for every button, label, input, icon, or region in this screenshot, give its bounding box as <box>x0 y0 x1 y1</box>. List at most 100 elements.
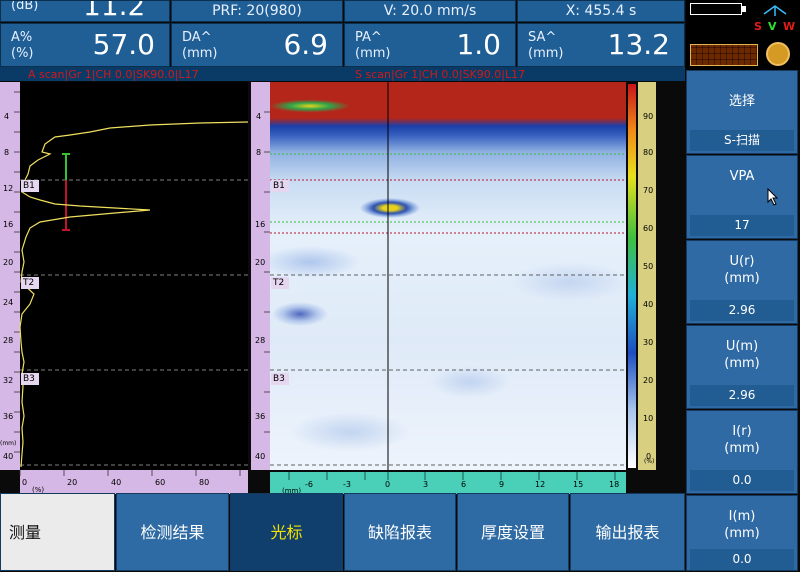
s-depth-tick: 20 <box>255 258 266 267</box>
amp-tick: 0 <box>22 478 28 487</box>
depth-a-value: 6.9 <box>283 28 328 61</box>
amplitude-value: 57.0 <box>92 28 155 61</box>
tab-results-label: 检测结果 <box>140 523 205 542</box>
projection-a-value: 1.0 <box>456 28 501 61</box>
gate-label-b3[interactable]: B3 <box>21 373 39 385</box>
u-meas-value: 2.96 <box>690 385 794 406</box>
color-scale-bar <box>628 84 636 468</box>
velocity-readout: V: 20.0 mm/s <box>383 3 477 19</box>
amp-tick: 40 <box>111 478 122 487</box>
i-ref-label: I(r) (mm) <box>724 424 760 456</box>
tab-output-report-label: 输出报表 <box>595 523 660 542</box>
tab-cursor[interactable]: 光标 <box>230 493 343 571</box>
s-depth-tick: 40 <box>255 452 266 461</box>
status-s: S <box>754 20 762 33</box>
a-depth-tick: 20 <box>3 258 14 267</box>
scan-tick: -3 <box>343 480 351 489</box>
color-tick: 60 <box>643 224 654 233</box>
s-scan-title: S scan|Gr 1|CH 0.0|SK90.0|L17 <box>355 68 526 81</box>
x-cell: X: 455.4 s <box>517 0 685 22</box>
s-gate-label-b1[interactable]: B1 <box>271 180 289 192</box>
u-meas-button[interactable]: U(m) (mm) 2.96 <box>686 325 798 409</box>
select-value: S-扫描 <box>690 130 794 151</box>
a-depth-tick: 12 <box>3 184 14 193</box>
s-depth-tick: 8 <box>256 148 262 157</box>
scan-tick: -6 <box>305 480 313 489</box>
i-ref-value: 0.0 <box>690 470 794 491</box>
s-gate-label-b3[interactable]: B3 <box>271 373 289 385</box>
a-depth-tick: 28 <box>3 336 14 345</box>
mouse-pointer-icon <box>767 188 779 206</box>
a-depth-tick: 40 <box>3 452 14 461</box>
scan-tick: 6 <box>461 480 467 489</box>
color-tick: 30 <box>643 338 654 347</box>
sound-path-a-unit: (mm) <box>528 46 564 61</box>
color-tick: 70 <box>643 186 654 195</box>
battery-icon <box>690 3 742 15</box>
sound-path-a-cell[interactable]: SA^ (mm) 13.2 <box>517 23 685 67</box>
amplitude-label: A% <box>11 30 33 45</box>
a-depth-tick: 24 <box>3 298 14 307</box>
color-tick: 10 <box>643 414 654 423</box>
gate-label-t2[interactable]: T2 <box>21 277 39 289</box>
projection-a-label: PA^ <box>355 30 382 45</box>
depth-a-label: DA^ <box>182 30 212 45</box>
tab-output-report[interactable]: 输出报表 <box>570 493 685 571</box>
color-tick: 20 <box>643 376 654 385</box>
vpa-value: 17 <box>690 215 794 236</box>
tab-measure[interactable]: 测量 <box>0 493 115 571</box>
vpa-button[interactable]: VPA 17 <box>686 155 798 239</box>
vpa-label: VPA <box>729 169 755 184</box>
tab-thickness-settings[interactable]: 厚度设置 <box>457 493 569 571</box>
prf-cell: PRF: 20(980) <box>171 0 343 22</box>
clock-icon <box>766 42 790 66</box>
u-ref-label: U(r) (mm) <box>724 254 760 286</box>
tab-defect-report-label: 缺陷报表 <box>367 523 432 542</box>
amplitude-cell[interactable]: A% (%) 57.0 <box>0 23 170 67</box>
amp-tick: 20 <box>67 478 78 487</box>
a-depth-tick: 16 <box>3 220 14 229</box>
color-tick: 40 <box>643 300 654 309</box>
scan-tick: 18 <box>609 480 620 489</box>
gain-label: (dB) <box>11 0 39 13</box>
tab-results[interactable]: 检测结果 <box>116 493 229 571</box>
s-scan-overlay <box>264 82 626 494</box>
gain-value: 11.2 <box>83 0 146 22</box>
prf-readout: PRF: 20(980) <box>212 3 302 19</box>
status-w: W <box>783 20 796 33</box>
velocity-cell: V: 20.0 mm/s <box>344 0 516 22</box>
status-v: V <box>768 20 777 33</box>
projection-a-cell[interactable]: PA^ (mm) 1.0 <box>344 23 516 67</box>
sound-path-a-value: 13.2 <box>607 28 670 61</box>
gate-label-b1[interactable]: B1 <box>21 180 39 192</box>
tab-defect-report[interactable]: 缺陷报表 <box>344 493 456 571</box>
u-ref-button[interactable]: U(r) (mm) 2.96 <box>686 240 798 324</box>
i-meas-button[interactable]: I(m) (mm) 0.0 <box>686 495 798 571</box>
select-button[interactable]: 选择 S-扫描 <box>686 70 798 154</box>
depth-a-unit: (mm) <box>182 46 218 61</box>
scan-tick: 3 <box>423 480 429 489</box>
a-scan-title: A scan|Gr 1|CH 0.0|SK90.0|L17 <box>28 68 199 81</box>
u-ref-value: 2.96 <box>690 300 794 321</box>
select-label: 选择 <box>728 94 755 109</box>
amplitude-unit: (%) <box>11 46 34 61</box>
tab-measure-label: 测量 <box>9 523 42 542</box>
depth-a-cell[interactable]: DA^ (mm) 6.9 <box>171 23 343 67</box>
scan-tick: 0 <box>385 480 391 489</box>
a-depth-tick: 8 <box>4 148 10 157</box>
keyboard-icon[interactable] <box>690 44 758 66</box>
battery-tip-icon <box>742 6 746 12</box>
i-meas-value: 0.0 <box>690 549 794 570</box>
scan-tick: 9 <box>499 480 505 489</box>
color-unit: (%) <box>644 458 655 465</box>
a-depth-tick: 32 <box>3 376 14 385</box>
color-tick: 50 <box>643 262 654 271</box>
i-meas-label: I(m) (mm) <box>724 509 760 541</box>
color-scale-ruler <box>638 82 656 470</box>
a-depth-tick: 4 <box>4 112 10 121</box>
s-depth-tick: 16 <box>255 220 266 229</box>
s-gate-label-t2[interactable]: T2 <box>271 277 289 289</box>
scan-tick: 12 <box>535 480 546 489</box>
i-ref-button[interactable]: I(r) (mm) 0.0 <box>686 410 798 494</box>
gain-cell[interactable]: (dB) 11.2 <box>0 0 170 22</box>
